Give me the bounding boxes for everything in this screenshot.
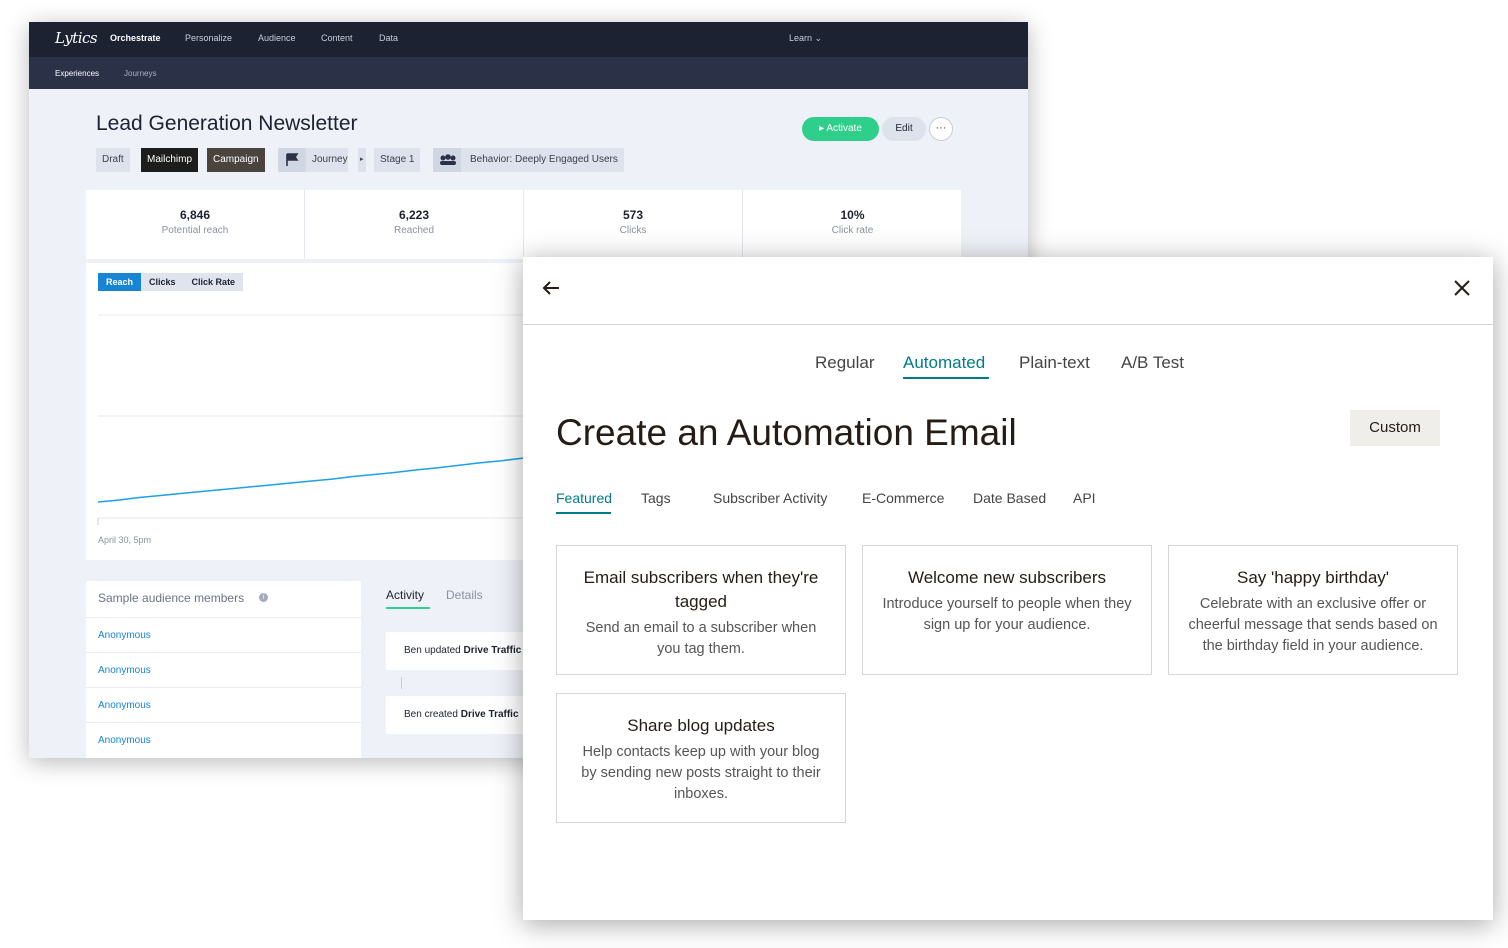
filter-tab-api[interactable]: API <box>1073 490 1096 506</box>
close-icon[interactable] <box>1453 279 1471 297</box>
flag-icon <box>278 148 306 172</box>
timeline-connector <box>401 677 402 689</box>
type-badge-campaign: Campaign <box>207 148 265 172</box>
tab-ab-test[interactable]: A/B Test <box>1121 353 1184 373</box>
reach-series-line <box>97 457 524 503</box>
activity-target: Drive Traffic <box>463 645 522 656</box>
stat-value: 6,846 <box>179 208 211 222</box>
modal-title: Create an Automation Email <box>556 412 1017 453</box>
card-description: Send an email to a subscriber when you t… <box>585 620 817 657</box>
automation-card-birthday[interactable]: Say 'happy birthday' Celebrate with an e… <box>1168 545 1458 675</box>
modal-header <box>523 257 1493 325</box>
chart-tab-click-rate[interactable]: Click Rate <box>183 273 244 291</box>
active-tab-indicator <box>386 607 430 609</box>
stat-click-rate: 10% Click rate <box>743 190 962 259</box>
card-description: Help contacts keep up with your blog by … <box>581 744 821 802</box>
nav-content[interactable]: Content <box>321 33 353 43</box>
stat-label: Reached <box>393 225 435 236</box>
info-icon[interactable]: i <box>259 593 268 602</box>
tab-details[interactable]: Details <box>446 588 483 602</box>
sub-nav: Experiences Journeys <box>29 57 1028 89</box>
chart-tab-clicks[interactable]: Clicks <box>141 273 184 291</box>
stat-value: 573 <box>622 208 644 222</box>
chart-tabs: Reach Clicks Click Rate <box>98 273 244 291</box>
subnav-experiences[interactable]: Experiences <box>55 69 99 78</box>
users-icon <box>433 148 461 172</box>
automation-card-welcome[interactable]: Welcome new subscribers Introduce yourse… <box>862 545 1152 675</box>
behavior-badge: Behavior: Deeply Engaged Users <box>461 148 624 172</box>
tab-automated[interactable]: Automated <box>903 353 985 373</box>
more-options-button[interactable]: ··· <box>929 117 953 141</box>
card-description: Celebrate with an exclusive offer or che… <box>1188 596 1438 654</box>
edit-button[interactable]: Edit <box>882 117 926 141</box>
nav-personalize[interactable]: Personalize <box>185 33 232 43</box>
active-filter-indicator <box>556 512 611 514</box>
filter-tab-subscriber-activity[interactable]: Subscriber Activity <box>713 490 827 506</box>
audience-member-link[interactable]: Anonymous <box>86 687 361 722</box>
tab-regular[interactable]: Regular <box>815 353 875 373</box>
card-title: Email subscribers when they're tagged <box>583 568 819 611</box>
custom-button[interactable]: Custom <box>1350 410 1440 446</box>
activity-item[interactable]: Ben created Drive Traffic <box>386 696 536 734</box>
stage-badge: Stage 1 <box>374 148 421 172</box>
card-title: Welcome new subscribers <box>907 568 1107 587</box>
lytics-logo[interactable]: Lytics <box>55 29 98 47</box>
stat-label: Clicks <box>619 225 647 236</box>
audience-member-link[interactable]: Anonymous <box>86 652 361 687</box>
nav-data[interactable]: Data <box>379 33 398 43</box>
nav-audience[interactable]: Audience <box>258 33 296 43</box>
stat-reached: 6,223 Reached <box>305 190 524 259</box>
chart-tab-reach[interactable]: Reach <box>98 273 142 291</box>
audience-card: Sample audience members i Anonymous Anon… <box>86 581 361 758</box>
stat-clicks: 573 Clicks <box>524 190 743 259</box>
stat-label: Click rate <box>831 225 874 236</box>
chart-x-tick-label: April 30, 5pm <box>98 535 152 545</box>
automation-card-blog-updates[interactable]: Share blog updates Help contacts keep up… <box>556 693 846 823</box>
channel-badge-mailchimp: Mailchimp <box>141 148 199 172</box>
page-title: Lead Generation Newsletter <box>96 112 358 135</box>
stats-panel: 6,846 Potential reach 6,223 Reached 573 … <box>86 190 961 259</box>
automation-email-modal: Regular Automated Plain-text A/B Test Cr… <box>523 257 1493 920</box>
activity-text: Ben updated <box>404 645 464 656</box>
activity-text: Ben created <box>404 709 461 720</box>
activity-item[interactable]: Ben updated Drive Traffic <box>386 632 536 670</box>
stat-potential-reach: 6,846 Potential reach <box>86 190 305 259</box>
audience-title: Sample audience members <box>98 591 245 605</box>
stat-value: 10% <box>840 208 865 222</box>
stat-label: Potential reach <box>161 225 229 236</box>
automation-card-tagged[interactable]: Email subscribers when they're tagged Se… <box>556 545 846 675</box>
filter-tab-tags[interactable]: Tags <box>641 490 671 506</box>
subnav-journeys[interactable]: Journeys <box>124 69 156 78</box>
activate-button[interactable]: ▸ Activate <box>802 117 879 141</box>
journey-badge: Journey <box>306 148 348 172</box>
nav-orchestrate[interactable]: Orchestrate <box>110 33 161 43</box>
tab-activity[interactable]: Activity <box>386 588 424 602</box>
card-title: Say 'happy birthday' <box>1236 568 1390 587</box>
card-description: Introduce yourself to people when they s… <box>882 596 1132 633</box>
filter-tab-featured[interactable]: Featured <box>556 490 612 506</box>
filter-tab-date-based[interactable]: Date Based <box>973 490 1046 506</box>
back-arrow-icon[interactable] <box>541 277 561 299</box>
filter-tab-ecommerce[interactable]: E-Commerce <box>862 490 944 506</box>
tab-plain-text[interactable]: Plain-text <box>1019 353 1090 373</box>
status-badge-draft: Draft <box>96 148 130 172</box>
caret-right-icon: ▸ <box>358 148 366 172</box>
top-nav: Lytics Orchestrate Personalize Audience … <box>29 22 1028 57</box>
card-title: Share blog updates <box>627 716 775 735</box>
audience-member-link[interactable]: Anonymous <box>86 722 361 757</box>
activity-target: Drive Traffic <box>460 709 519 720</box>
active-tab-indicator <box>903 377 989 379</box>
nav-learn-dropdown[interactable]: Learn ⌄ <box>789 33 822 44</box>
stat-value: 6,223 <box>398 208 430 222</box>
audience-member-link[interactable]: Anonymous <box>86 617 361 652</box>
